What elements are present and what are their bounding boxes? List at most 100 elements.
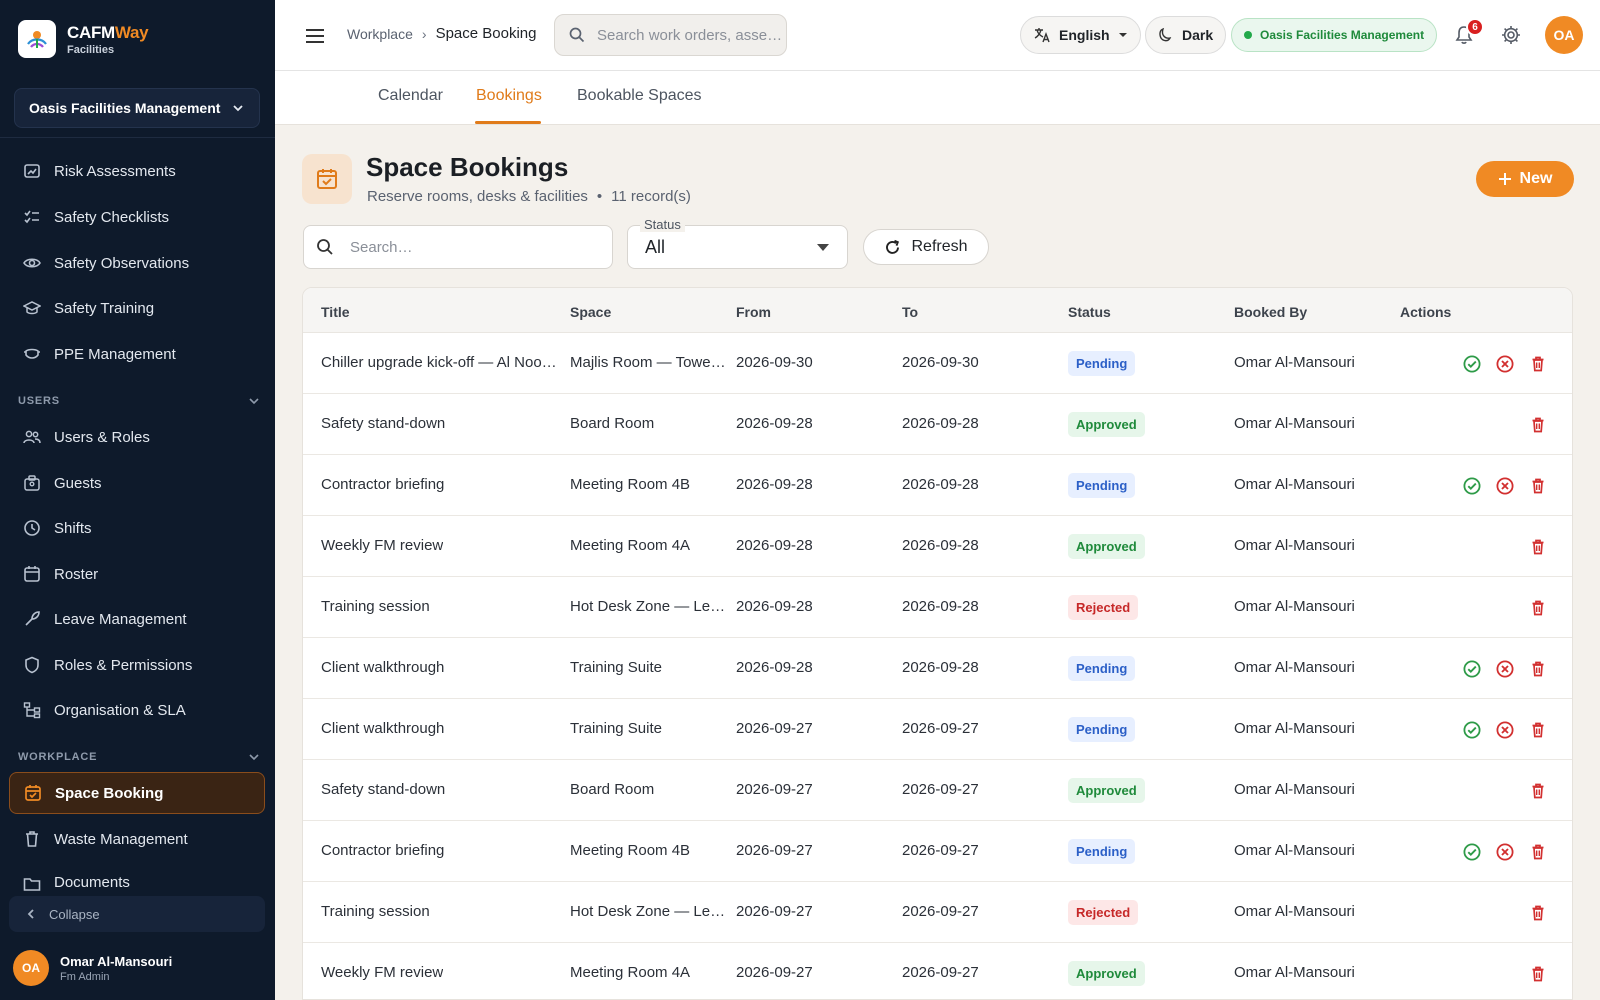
language-select[interactable]: English (1020, 16, 1141, 54)
cell-space: Training Suite (570, 659, 662, 676)
reject-button[interactable] (1494, 475, 1516, 497)
delete-button[interactable] (1527, 780, 1549, 802)
sidebar-item-users-roles[interactable]: Users & Roles (9, 416, 265, 458)
table-row[interactable]: Weekly FM review Meeting Room 4A 2026-09-2… (303, 943, 1572, 999)
table-row[interactable]: Client walkthrough Training Suite 2026-09-… (303, 699, 1572, 760)
global-search-input[interactable]: Search work orders, asse… (554, 14, 787, 56)
sidebar-item-leave-management[interactable]: Leave Management (9, 598, 265, 640)
section-header-workplace[interactable]: WORKPLACE (18, 751, 260, 763)
cell-title: Client walkthrough (321, 720, 445, 737)
column-header-to[interactable]: To (902, 304, 918, 320)
status-badge: Approved (1068, 534, 1145, 559)
delete-button[interactable] (1527, 963, 1549, 985)
tab-bookable-spaces[interactable]: Bookable Spaces (577, 87, 702, 105)
sidebar-item-ppe-management[interactable]: PPE Management (9, 333, 265, 375)
reject-button[interactable] (1494, 658, 1516, 680)
tab-bookings[interactable]: Bookings (476, 87, 542, 105)
collapse-sidebar-button[interactable]: Collapse (9, 896, 265, 932)
approve-button[interactable] (1461, 658, 1483, 680)
approve-button[interactable] (1461, 719, 1483, 741)
check-circle-icon (1463, 355, 1481, 373)
column-header-status[interactable]: Status (1068, 304, 1111, 320)
avatar[interactable]: OA (1545, 16, 1583, 54)
search-placeholder: Search… (350, 238, 413, 256)
column-header-from[interactable]: From (736, 304, 771, 320)
organisation-status-badge[interactable]: Oasis Facilities Management (1231, 18, 1438, 52)
check-circle-icon (1463, 477, 1481, 495)
delete-button[interactable] (1527, 841, 1549, 863)
settings-button[interactable] (1497, 21, 1525, 49)
sidebar-item-label: Safety Checklists (54, 208, 170, 226)
delete-button[interactable] (1527, 414, 1549, 436)
sidebar-item-roles-permissions[interactable]: Roles & Permissions (9, 644, 265, 686)
table-row[interactable]: Safety stand-down Board Room 2026-09-28 202… (303, 394, 1572, 455)
delete-button[interactable] (1527, 902, 1549, 924)
sidebar-item-shifts[interactable]: Shifts (9, 507, 265, 549)
sidebar-item-risk-assessments[interactable]: Risk Assessments (9, 150, 265, 192)
sidebar-item-label: Risk Assessments (54, 162, 176, 180)
brand-subtitle: Facilities (67, 43, 115, 56)
approve-button[interactable] (1461, 841, 1483, 863)
sidebar-item-organisation-sla[interactable]: Organisation & SLA (9, 689, 265, 731)
brand-logo (18, 20, 56, 58)
delete-button[interactable] (1527, 597, 1549, 619)
theme-toggle[interactable]: Dark (1145, 16, 1227, 54)
delete-button[interactable] (1527, 475, 1549, 497)
organisation-select[interactable]: Oasis Facilities Management (14, 88, 260, 128)
delete-button[interactable] (1527, 353, 1549, 375)
trash-icon (22, 829, 42, 849)
trash-icon (1532, 356, 1544, 372)
sidebar-item-safety-training[interactable]: Safety Training (9, 287, 265, 329)
delete-button[interactable] (1527, 719, 1549, 741)
cell-from: 2026-09-28 (736, 415, 813, 432)
table-row[interactable]: Weekly FM review Meeting Room 4A 2026-09-2… (303, 516, 1572, 577)
table-row[interactable]: Safety stand-down Board Room 2026-09-27 202… (303, 760, 1572, 821)
sidebar-item-guests[interactable]: Guests (9, 462, 265, 504)
top-bar: Workplace › Space Booking Search work or… (275, 0, 1600, 71)
mask-icon (22, 344, 42, 364)
refresh-button[interactable]: Refresh (863, 229, 989, 265)
current-user[interactable]: OA Omar Al-Mansouri Fm Admin (13, 950, 172, 986)
section-header-users[interactable]: USERS (18, 395, 260, 407)
approve-button[interactable] (1461, 475, 1483, 497)
tab-calendar[interactable]: Calendar (378, 87, 443, 105)
approve-button[interactable] (1461, 353, 1483, 375)
table-row[interactable]: Training session Hot Desk Zone — Level 2 2… (303, 882, 1572, 943)
column-header-space[interactable]: Space (570, 304, 611, 320)
sidebar-item-documents[interactable]: Documents (9, 864, 265, 894)
table-row[interactable]: Training session Hot Desk Zone — Level 2 2… (303, 577, 1572, 638)
sidebar-item-label: PPE Management (54, 345, 176, 363)
trash-icon (1532, 844, 1544, 860)
sidebar-item-space-booking[interactable]: Space Booking (9, 772, 265, 814)
cell-title: Safety stand-down (321, 415, 446, 432)
reject-button[interactable] (1494, 719, 1516, 741)
table-row[interactable]: Contractor briefing Meeting Room 4B 2026-0… (303, 455, 1572, 516)
status-filter-select[interactable]: Status All (627, 217, 848, 269)
record-count: 11 record(s) (611, 188, 691, 205)
brand[interactable]: CAFMWay Facilities (18, 20, 149, 58)
sidebar-item-waste-management[interactable]: Waste Management (9, 818, 265, 860)
reject-button[interactable] (1494, 353, 1516, 375)
sidebar-item-label: Roles & Permissions (54, 656, 193, 674)
delete-button[interactable] (1527, 658, 1549, 680)
bookings-search-input[interactable]: Search… (303, 225, 613, 269)
cell-from: 2026-09-27 (736, 964, 813, 981)
status-badge: Pending (1068, 839, 1136, 864)
column-header-title[interactable]: Title (321, 304, 350, 320)
table-header: Title Space From To Status Booked By Act… (303, 288, 1572, 333)
cell-from: 2026-09-27 (736, 903, 813, 920)
table-row[interactable]: Client walkthrough Training Suite 2026-09-… (303, 638, 1572, 699)
menu-icon[interactable] (302, 23, 328, 49)
status-filter-value: All (645, 237, 666, 257)
table-row[interactable]: Contractor briefing Meeting Room 4B 2026-0… (303, 821, 1572, 882)
breadcrumb-parent[interactable]: Workplace (347, 26, 413, 42)
x-circle-icon (1496, 721, 1514, 739)
sidebar-item-safety-observations[interactable]: Safety Observations (9, 242, 265, 284)
reject-button[interactable] (1494, 841, 1516, 863)
new-booking-button[interactable]: New (1476, 161, 1574, 197)
sidebar-item-roster[interactable]: Roster (9, 553, 265, 595)
sidebar-item-safety-checklists[interactable]: Safety Checklists (9, 196, 265, 238)
cell-space: Meeting Room 4A (570, 964, 691, 981)
table-row[interactable]: Chiller upgrade kick-off — Al Noor H… Maj… (303, 333, 1572, 394)
delete-button[interactable] (1527, 536, 1549, 558)
